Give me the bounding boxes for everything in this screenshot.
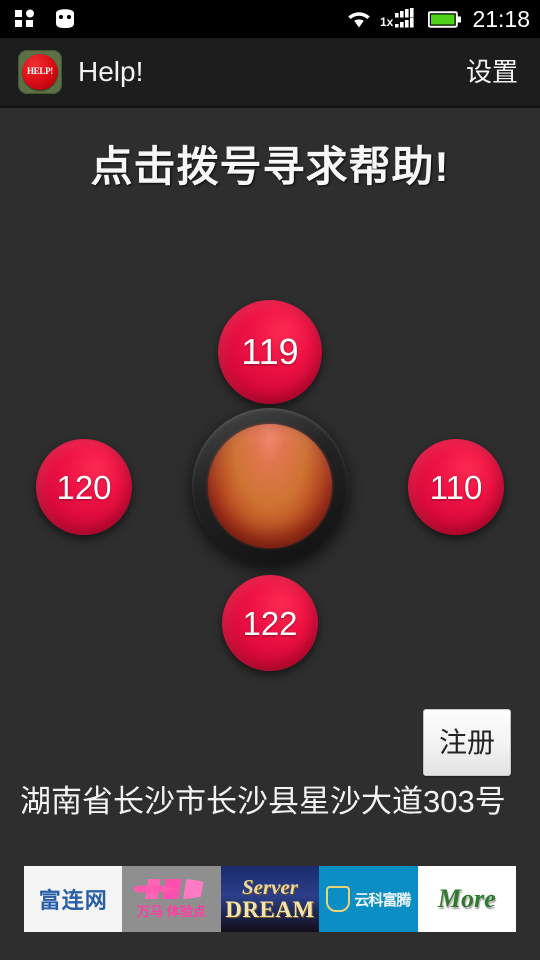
wifi-icon — [346, 9, 372, 29]
ad-tile-yunke-futeng-label: 云科富腾 — [354, 891, 411, 909]
ad-tile-more[interactable]: More — [417, 866, 516, 932]
dial-pad: 119 120 110 122 — [0, 290, 540, 690]
action-bar: HELP! Help! 设置 — [0, 38, 540, 108]
shield-icon — [326, 886, 351, 912]
status-bar-left-icons — [14, 8, 80, 30]
sos-dial-button[interactable] — [192, 408, 348, 564]
ad-tile-wanma-label: 万马 体验点 — [137, 903, 206, 919]
status-bar-right-icons: 1x 21:18 — [346, 5, 530, 32]
register-button-label: 注册 — [438, 726, 495, 758]
app-screen: 1x 21:18 HELP! Help! 设置 点击拨号寻求帮助! 119 12… — [0, 0, 540, 960]
dial-button-119[interactable]: 119 — [218, 300, 322, 404]
battery-icon — [428, 10, 462, 29]
ad-tile-server-dream[interactable]: Server DREAM — [220, 866, 320, 932]
settings-button[interactable]: 设置 — [466, 59, 518, 85]
ad-banner[interactable]: 富连网 万马 体验点 Server DREAM 云科富腾 More — [24, 866, 516, 932]
ad-tile-server-dream-line2: DREAM — [225, 897, 315, 922]
headline-text: 点击拨号寻求帮助! — [90, 143, 450, 190]
svg-text:1x: 1x — [380, 15, 394, 29]
dial-button-110-label: 110 — [429, 468, 483, 506]
ad-tile-server-dream-line1: Server — [241, 875, 298, 899]
ad-tile-fulianwang[interactable]: 富连网 — [24, 866, 123, 932]
dial-button-122-label: 122 — [242, 604, 298, 642]
android-robot-icon — [50, 9, 80, 29]
ad-tile-more-label: More — [437, 884, 496, 913]
address-text: 湖南省长沙市长沙县星沙大道303号 — [20, 784, 506, 819]
status-clock: 21:18 — [472, 5, 530, 32]
sos-dome-icon — [208, 424, 332, 548]
dial-button-110[interactable]: 110 — [408, 439, 504, 535]
ad-tile-fulianwang-label: 富连网 — [38, 888, 108, 913]
cellular-1x-signal-icon: 1x — [380, 8, 420, 30]
app-logo-icon: HELP! — [18, 50, 62, 94]
dial-button-119-label: 119 — [241, 331, 299, 372]
apps-grid-icon — [14, 8, 36, 30]
dial-button-120[interactable]: 120 — [36, 439, 132, 535]
ad-tile-wanma[interactable]: 万马 体验点 — [122, 866, 221, 932]
dial-button-120-label: 120 — [56, 468, 112, 506]
dial-button-122[interactable]: 122 — [222, 575, 318, 671]
help-badge: HELP! — [22, 54, 58, 90]
ad-tile-yunke-futeng[interactable]: 云科富腾 — [319, 866, 418, 932]
status-bar: 1x 21:18 — [0, 0, 540, 38]
page-title: Help! — [78, 56, 144, 87]
register-button[interactable]: 注册 — [423, 709, 511, 776]
horse-icon — [133, 878, 210, 899]
app-logo-label: HELP! — [26, 66, 53, 76]
